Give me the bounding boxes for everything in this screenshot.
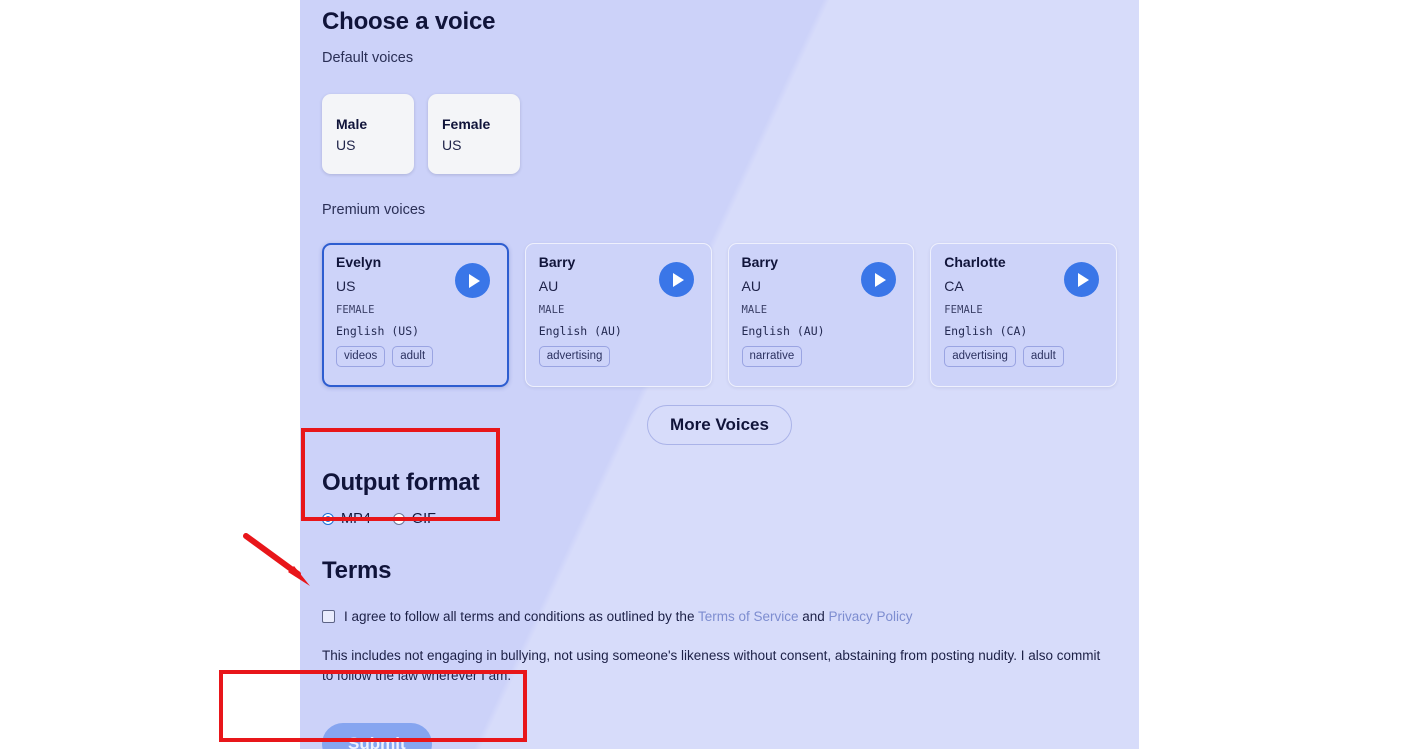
play-triangle	[1078, 272, 1089, 287]
more-voices-row: More Voices	[322, 405, 1117, 445]
voice-tag: advertising	[944, 346, 1016, 368]
submit-button[interactable]: Submit	[322, 723, 432, 749]
more-voices-button[interactable]: More Voices	[647, 405, 792, 445]
voice-tags: videos adult	[336, 346, 495, 368]
voice-card-barry-au-1[interactable]: Barry AU MALE English (AU) advertising	[524, 243, 712, 387]
voice-tag: narrative	[741, 346, 803, 368]
choose-voice-title: Choose a voice	[322, 8, 496, 35]
terms-title: Terms	[322, 557, 392, 584]
screenshot-root: Choose a voice Default voices Male US Fe…	[0, 0, 1403, 749]
privacy-policy-link[interactable]: Privacy Policy	[829, 609, 913, 624]
default-voice-card[interactable]: Female US	[428, 94, 520, 174]
radio-gif-indicator[interactable]	[392, 513, 405, 525]
output-format-radio-group: MP4 GIF	[322, 511, 1117, 527]
play-icon[interactable]	[1064, 262, 1099, 297]
default-voices-label: Default voices	[322, 50, 414, 66]
play-triangle	[875, 272, 887, 287]
voice-tag: videos	[336, 346, 386, 368]
radio-mp4-label: MP4	[341, 511, 371, 527]
default-voices-list: Male US Female US	[322, 94, 1117, 174]
voice-tag: adult	[392, 346, 434, 368]
premium-voices-label: Premium voices	[322, 202, 426, 218]
terms-of-service-link[interactable]: Terms of Service	[698, 609, 799, 624]
terms-agree-checkbox[interactable]	[322, 610, 335, 623]
terms-agreement-row: I agree to follow all terms and conditio…	[322, 608, 1117, 626]
radio-option-gif[interactable]: GIF	[392, 511, 436, 527]
voice-language: English (CA)	[944, 323, 1028, 338]
terms-disclaimer: This includes not engaging in bullying, …	[322, 648, 1101, 683]
voice-language: English (AU)	[538, 323, 622, 338]
voice-gender: MALE	[741, 304, 768, 316]
default-voice-name: Male	[336, 115, 368, 132]
voice-card-evelyn[interactable]: Evelyn US FEMALE English (US) videos adu…	[322, 243, 509, 387]
voice-gender: FEMALE	[944, 304, 983, 316]
voice-tag: advertising	[538, 346, 611, 368]
voice-gender: FEMALE	[336, 304, 375, 316]
radio-option-mp4[interactable]: MP4	[322, 511, 371, 527]
terms-agree-text: I agree to follow all terms and conditio…	[344, 608, 913, 626]
default-voice-region: US	[336, 136, 356, 153]
voice-tags: advertising	[538, 346, 698, 368]
play-icon[interactable]	[454, 263, 490, 298]
voice-card-barry-au-2[interactable]: Barry AU MALE English (AU) narrative	[727, 243, 915, 387]
play-icon[interactable]	[658, 262, 694, 297]
terms-agree-conjunction: and	[798, 609, 829, 624]
voice-language: English (AU)	[741, 323, 825, 338]
form-panel: Choose a voice Default voices Male US Fe…	[300, 0, 1139, 749]
radio-gif-label: GIF	[411, 511, 436, 527]
voice-tags: narrative	[741, 346, 901, 368]
voice-tags: advertising adult	[944, 346, 1103, 368]
submit-row: Submit	[322, 723, 1117, 749]
premium-voices-list: Evelyn US FEMALE English (US) videos adu…	[322, 243, 1117, 387]
default-voice-region: US	[442, 136, 462, 153]
default-voice-card[interactable]: Male US	[322, 94, 414, 174]
terms-agree-prefix: I agree to follow all terms and conditio…	[344, 609, 698, 624]
default-voice-name: Female	[442, 115, 491, 132]
voice-card-charlotte[interactable]: Charlotte CA FEMALE English (CA) adverti…	[930, 243, 1117, 387]
output-format-title: Output format	[322, 469, 480, 496]
radio-mp4-indicator[interactable]	[322, 513, 334, 525]
voice-tag: adult	[1022, 346, 1064, 368]
form-content: Choose a voice Default voices Male US Fe…	[300, 0, 1139, 749]
play-triangle	[468, 273, 480, 288]
voice-language: English (US)	[336, 323, 420, 338]
voice-gender: MALE	[538, 304, 565, 316]
play-triangle	[672, 272, 684, 287]
